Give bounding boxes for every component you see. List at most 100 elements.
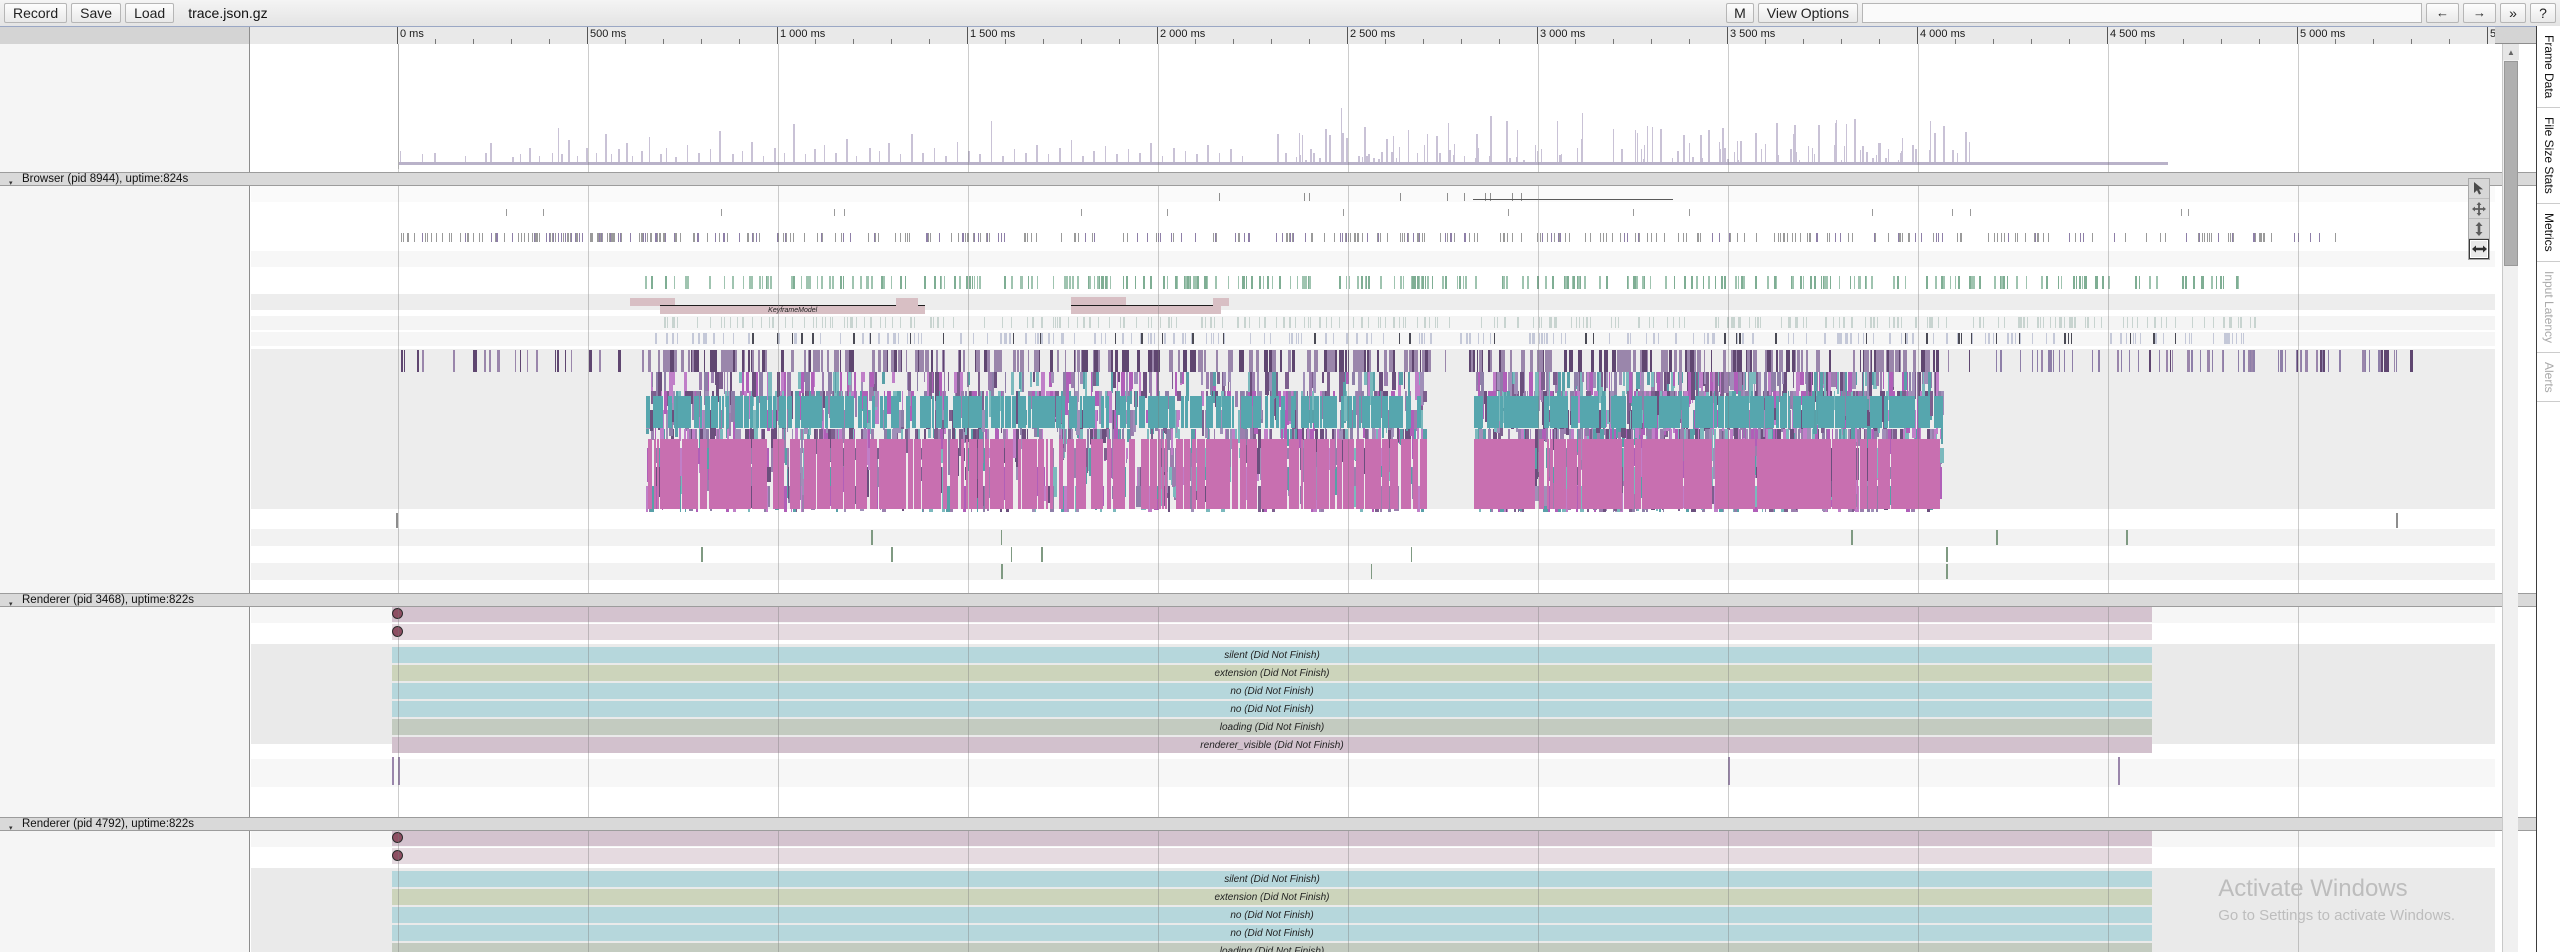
compositor-slice[interactable] <box>1431 276 1434 289</box>
crbrowsermain-slice[interactable] <box>719 372 724 390</box>
cpu-usage-bar[interactable] <box>1794 124 1796 162</box>
crbrowsermain-slice[interactable] <box>898 439 902 509</box>
crbrowsermain-slice[interactable] <box>1228 350 1232 372</box>
pending-submit-slice[interactable] <box>1926 333 1928 344</box>
crbrowsermain-slice[interactable] <box>751 350 754 372</box>
compositor-slice[interactable] <box>1143 276 1145 289</box>
iothread-slice[interactable] <box>756 233 758 242</box>
pending-submit-slice[interactable] <box>1565 333 1567 344</box>
crbrowsermain-slice[interactable] <box>745 396 748 428</box>
iothread-slice[interactable] <box>2207 233 2209 242</box>
iothread-slice[interactable] <box>1416 233 1418 242</box>
scheduledtasks-slice[interactable] <box>1077 317 1079 328</box>
pending-submit-slice[interactable] <box>920 333 922 344</box>
crbrowsermain-slice[interactable] <box>1260 439 1265 509</box>
iothread-slice[interactable] <box>974 233 976 242</box>
pending-submit-slice[interactable] <box>672 333 674 344</box>
crbrowsermain-slice[interactable] <box>1093 372 1096 386</box>
pending-submit-slice[interactable] <box>1153 333 1155 344</box>
pending-submit-slice[interactable] <box>2129 333 2132 344</box>
crbrowsermain-slice[interactable] <box>1295 410 1298 430</box>
crbrowsermain-slice[interactable] <box>1291 396 1296 428</box>
crbrowsermain-slice[interactable] <box>1279 350 1282 372</box>
crbrowsermain-slice[interactable] <box>986 439 989 509</box>
crbrowsermain-slice[interactable] <box>936 396 940 428</box>
compositor-slice[interactable] <box>1734 276 1737 289</box>
pending-submit-slice[interactable] <box>1300 333 1303 344</box>
crbrowsermain-slice[interactable] <box>1145 439 1148 509</box>
crbrowsermain-slice[interactable] <box>883 396 888 428</box>
iothread-slice[interactable] <box>1935 233 1937 242</box>
compositor-slice[interactable] <box>1364 276 1367 289</box>
pending-submit-slice[interactable] <box>2018 333 2021 344</box>
compositor-slice[interactable] <box>1279 276 1281 289</box>
crbrowsermain-slice[interactable] <box>687 350 691 372</box>
crbrowsermain-slice[interactable] <box>954 439 957 509</box>
crbrowsermain-slice[interactable] <box>745 372 750 394</box>
crbrowsermain-slice[interactable] <box>1168 396 1171 428</box>
compositor-slice[interactable] <box>1824 276 1826 289</box>
cpu-usage-bar[interactable] <box>814 149 816 162</box>
scheduledtasks-slice[interactable] <box>1505 317 1507 328</box>
pending-submit-slice[interactable] <box>1370 333 1372 344</box>
crbrowsermain-slice[interactable] <box>761 350 766 372</box>
scheduledtasks-slice[interactable] <box>1249 317 1251 328</box>
crbrowsermain-slice[interactable] <box>1137 467 1141 488</box>
pending-submit-slice[interactable] <box>868 333 871 344</box>
pending-submit-slice[interactable] <box>1164 333 1166 344</box>
pending-submit-slice[interactable] <box>1025 333 1027 344</box>
crbrowsermain-slice[interactable] <box>2393 350 2395 372</box>
crbrowsermain-slice[interactable] <box>975 439 978 509</box>
scheduledtasks-slice[interactable] <box>1610 317 1612 328</box>
cpu-usage-bar[interactable] <box>1329 155 1331 162</box>
iothread-slice[interactable] <box>1468 233 1470 242</box>
iothread-slice[interactable] <box>840 233 842 242</box>
crbrowsermain-slice[interactable] <box>962 350 965 372</box>
crbrowsermain-slice[interactable] <box>2172 350 2174 372</box>
crbrowsermain-slice[interactable] <box>1327 350 1332 372</box>
pending-submit-slice[interactable] <box>2188 333 2191 344</box>
compositor-slice[interactable] <box>1189 276 1192 289</box>
crbrowsermain-slice[interactable] <box>1212 439 1216 509</box>
iothread-slice[interactable] <box>1780 233 1782 242</box>
cpu-usage-bar[interactable] <box>485 152 487 162</box>
scheduledtasks-slice[interactable] <box>1041 317 1043 328</box>
pending-submit-slice[interactable] <box>713 333 716 344</box>
iothread-slice[interactable] <box>638 233 640 242</box>
crbrowsermain-slice[interactable] <box>1694 350 1697 372</box>
compositor-slice[interactable] <box>1206 276 1209 289</box>
scheduledtasks-slice[interactable] <box>2071 317 2073 328</box>
crbrowsermain-slice[interactable] <box>1076 350 1081 372</box>
pending-submit-slice[interactable] <box>2011 333 2013 344</box>
compositor-slice[interactable] <box>2096 276 2099 289</box>
scheduledtasks-slice[interactable] <box>1760 317 1762 328</box>
iothread-slice[interactable] <box>1712 233 1714 242</box>
crbrowsermain-slice[interactable] <box>685 439 690 509</box>
cpu-usage-bar[interactable] <box>1677 150 1679 162</box>
pending-submit-slice[interactable] <box>1900 333 1902 344</box>
crbrowsermain-slice[interactable] <box>1591 350 1594 372</box>
scheduledtasks-slice[interactable] <box>1108 317 1110 328</box>
load-button[interactable]: Load <box>125 3 175 23</box>
crbrowsermain-slice[interactable] <box>1050 439 1054 509</box>
scheduledtasks-slice[interactable] <box>1330 317 1332 328</box>
crbrowsermain-slice[interactable] <box>1122 439 1125 509</box>
iothread-slice[interactable] <box>1553 233 1555 242</box>
iothread-slice[interactable] <box>2091 233 2093 242</box>
iothread-slice[interactable] <box>2082 233 2084 242</box>
crbrowsermain-slice[interactable] <box>1135 391 1137 425</box>
crbrowsermain-slice[interactable] <box>1270 396 1274 428</box>
compositor-slice[interactable] <box>791 276 793 289</box>
compositor-slice[interactable] <box>973 276 976 289</box>
crbrowsermain-slice[interactable] <box>801 486 803 513</box>
crbrowsermain-slice[interactable] <box>1205 372 1210 389</box>
crbrowsermain-slice[interactable] <box>1427 350 1431 372</box>
compositor-slice[interactable] <box>840 276 842 289</box>
crbrowsermain-slice[interactable] <box>822 372 825 392</box>
iothread-slice[interactable] <box>1334 233 1336 242</box>
compositor-slice[interactable] <box>1673 276 1676 289</box>
cpu-usage-bar[interactable] <box>1346 138 1348 162</box>
crbrowsermain-slice[interactable] <box>971 396 975 428</box>
compositor-slice[interactable] <box>979 276 982 289</box>
crbrowsermain-slice[interactable] <box>1198 439 1201 509</box>
